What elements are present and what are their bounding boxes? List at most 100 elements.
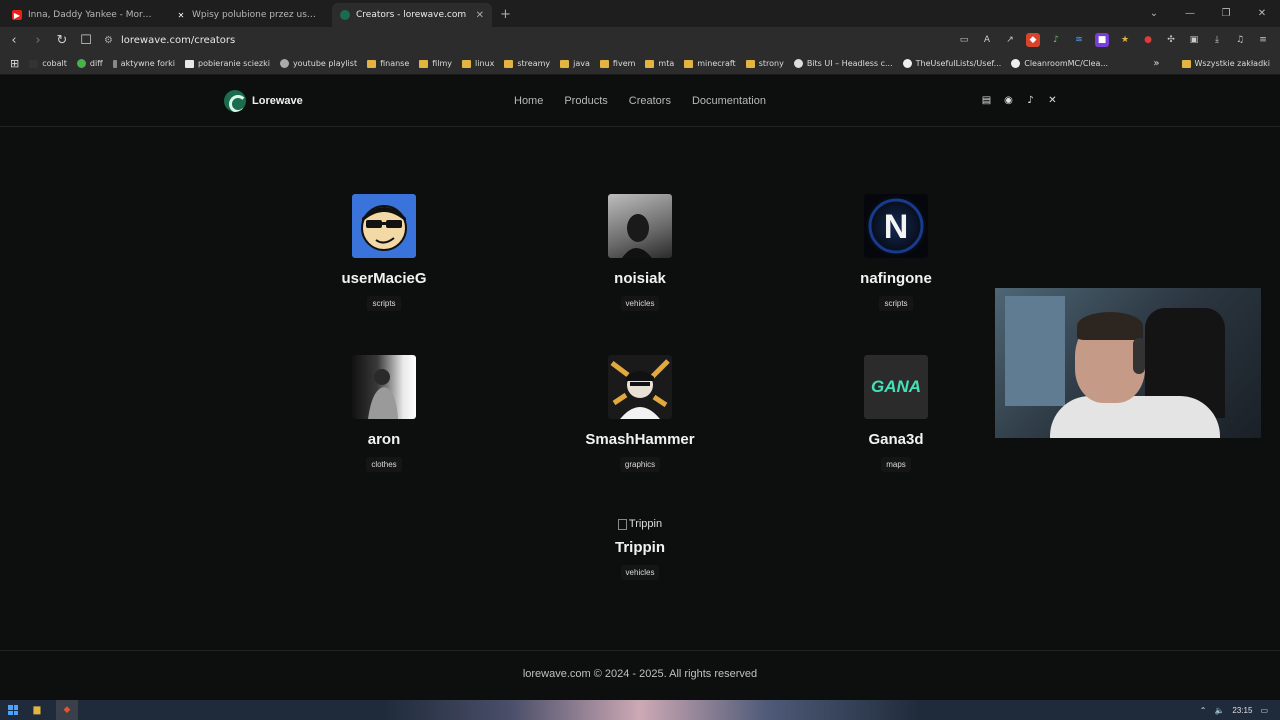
creator-tag: graphics [619, 457, 661, 472]
notifications-icon[interactable]: ▭ [1260, 706, 1268, 715]
site-logo[interactable]: Lorewave [224, 90, 303, 112]
cast-icon[interactable]: ▭ [957, 33, 971, 47]
close-tab-icon[interactable]: ✕ [476, 10, 484, 21]
main-nav: Home Products Creators Documentation [514, 95, 766, 107]
bookmark-item[interactable]: TheUsefulLists/Usef... [902, 59, 1001, 68]
bookmark-folder[interactable]: finanse [367, 59, 409, 68]
all-bookmarks-folder[interactable]: Wszystkie zakładki [1181, 59, 1270, 68]
bookmark-folder[interactable]: fivem [599, 59, 635, 68]
red-extension-icon[interactable]: ● [1141, 33, 1155, 47]
brave-shield-icon[interactable]: ◆ [1026, 33, 1040, 47]
broken-image: Trippin [540, 517, 740, 531]
discord-icon[interactable]: ◉ [1003, 95, 1014, 106]
creator-name: userMacieG [341, 270, 427, 287]
taskbar: ▆ ◆ ⌃ 🔈 23:15 ▭ [0, 700, 1280, 720]
twitch-extension-icon[interactable]: ■ [1095, 33, 1109, 47]
x-icon: ✕ [177, 10, 185, 20]
creator-tag: scripts [879, 296, 913, 311]
avatar [352, 194, 416, 258]
reload-icon[interactable]: ↻ [52, 33, 72, 48]
tab-title: Inna, Daddy Yankee - More Than [28, 10, 156, 20]
webcam-headset [1133, 338, 1145, 374]
creator-card[interactable]: noisiak vehicles [540, 194, 740, 311]
store-icon[interactable]: ▤ [981, 95, 992, 106]
download-icon[interactable]: ⤓ [1210, 33, 1224, 47]
bookmark-item[interactable]: aktywne forki [112, 59, 175, 68]
minimize-icon[interactable]: — [1172, 8, 1208, 19]
volume-icon[interactable]: 🔈 [1214, 706, 1224, 715]
forward-icon[interactable]: › [28, 33, 48, 48]
translate-icon[interactable]: A [980, 33, 994, 47]
social-links: ▤ ◉ ♪ ✕ [981, 95, 1058, 106]
x-icon[interactable]: ✕ [1047, 95, 1058, 106]
tab-youtube[interactable]: ▶ Inna, Daddy Yankee - More Than [4, 3, 164, 27]
creator-card[interactable]: GANA Gana3d maps [796, 355, 996, 472]
bookmark-folder[interactable]: java [560, 59, 590, 68]
creator-name: noisiak [614, 270, 666, 287]
share-icon[interactable]: ↗ [1003, 33, 1017, 47]
tiktok-icon[interactable]: ♪ [1025, 95, 1036, 106]
creator-name: aron [367, 431, 401, 448]
menu-icon[interactable]: ≡ [1256, 33, 1270, 47]
bookmark-item[interactable]: pobieranie sciezki [185, 59, 270, 68]
avatar [352, 355, 416, 419]
brave-browser-icon[interactable]: ◆ [56, 700, 78, 720]
site-footer: lorewave.com © 2024 - 2025. All rights r… [0, 650, 1280, 700]
clock[interactable]: 23:15 [1232, 706, 1252, 715]
tab-lorewave[interactable]: Creators - lorewave.com ✕ [332, 3, 492, 27]
creator-card[interactable]: SmashHammer graphics [540, 355, 740, 472]
bookmark-item[interactable]: youtube playlist [279, 59, 357, 68]
bookmark-folder[interactable]: strony [745, 59, 784, 68]
bookmark-folder[interactable]: filmy [419, 59, 452, 68]
creator-name: SmashHammer [585, 431, 695, 448]
back-icon[interactable]: ‹ [4, 33, 24, 48]
maximize-icon[interactable]: ❐ [1208, 8, 1244, 19]
creator-card[interactable]: Trippin Trippin vehicles [540, 517, 740, 580]
creator-tag: clothes [366, 457, 402, 472]
creator-name: Gana3d [868, 431, 924, 448]
bookmark-item[interactable]: cobalt [29, 59, 67, 68]
bookmark-item[interactable]: diff [76, 59, 103, 68]
nav-home[interactable]: Home [514, 95, 543, 107]
url-field[interactable]: ⚙ lorewave.com/creators [104, 29, 957, 51]
star-extension-icon[interactable]: ★ [1118, 33, 1132, 47]
apps-icon[interactable]: ⊞ [10, 57, 19, 70]
site-header: Lorewave Home Products Creators Document… [0, 76, 1280, 127]
logo-text: Lorewave [252, 95, 303, 107]
sidebar-icon[interactable]: ▣ [1187, 33, 1201, 47]
creator-tag: scripts [367, 296, 401, 311]
lorewave-icon [340, 10, 350, 20]
bookmark-folder[interactable]: minecraft [684, 59, 736, 68]
audio-extension-icon[interactable]: ≋ [1072, 33, 1086, 47]
bookmark-item[interactable]: CleanroomMC/Clea... [1011, 59, 1108, 68]
file-explorer-icon[interactable]: ▆ [26, 700, 48, 720]
creator-card[interactable]: userMacieG scripts [284, 194, 484, 311]
bookmark-folder[interactable]: streamy [504, 59, 550, 68]
close-window-icon[interactable]: ✕ [1244, 8, 1280, 19]
bookmark-icon[interactable]: ☐ [76, 33, 96, 48]
bookmark-folder[interactable]: linux [462, 59, 494, 68]
chevron-up-icon[interactable]: ⌃ [1200, 706, 1207, 715]
browser-tab-strip: ▶ Inna, Daddy Yankee - More Than ✕ Wpisy… [0, 0, 1280, 27]
nav-products[interactable]: Products [564, 95, 607, 107]
creator-tag: vehicles [620, 565, 660, 580]
tab-search-icon[interactable]: ⌄ [1136, 8, 1172, 19]
tab-x[interactable]: ✕ Wpisy polubione przez usermacieg [168, 3, 328, 27]
creator-card[interactable]: N nafingone scripts [796, 194, 996, 311]
puzzle-icon[interactable]: ✣ [1164, 33, 1178, 47]
creator-name: nafingone [860, 270, 932, 287]
address-bar-row: ‹ › ↻ ☐ ⚙ lorewave.com/creators ▭ A ↗ ◆ … [0, 27, 1280, 53]
bookmark-item[interactable]: Bits UI – Headless c... [793, 59, 893, 68]
new-tab-icon[interactable]: + [500, 7, 511, 22]
windows-start-icon[interactable] [8, 705, 18, 715]
bookmark-folder[interactable]: mta [645, 59, 674, 68]
site-info-icon[interactable]: ⚙ [104, 35, 113, 46]
avatar [608, 355, 672, 419]
chevron-right-icon[interactable]: » [1153, 58, 1159, 69]
nav-creators[interactable]: Creators [629, 95, 671, 107]
music-extension-icon[interactable]: ♪ [1049, 33, 1063, 47]
nav-documentation[interactable]: Documentation [692, 95, 766, 107]
avatar [608, 194, 672, 258]
creator-card[interactable]: aron clothes [284, 355, 484, 472]
media-icon[interactable]: ♫ [1233, 33, 1247, 47]
